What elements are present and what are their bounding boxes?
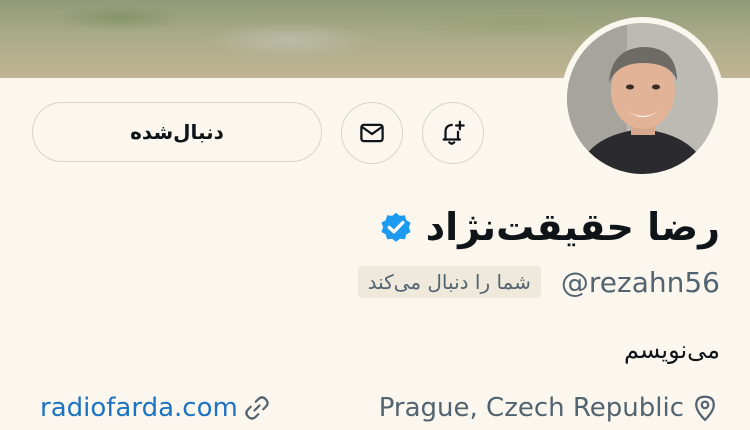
message-button[interactable] <box>341 102 403 164</box>
handle-row: شما را دنبال می‌کند @rezahn56 <box>357 262 720 302</box>
website-link[interactable]: radiofarda.com <box>40 393 272 423</box>
user-handle: @rezahn56 <box>560 265 720 299</box>
location-text: Prague, Czech Republic <box>378 393 684 423</box>
location: Prague, Czech Republic <box>379 393 720 423</box>
bell-plus-icon <box>442 120 465 145</box>
website-text: radiofarda.com <box>40 393 238 423</box>
bio-text: می‌نویسم <box>624 336 720 364</box>
follows-you-badge: شما را دنبال می‌کند <box>357 266 541 298</box>
avatar[interactable] <box>567 23 718 174</box>
verified-badge-icon[interactable] <box>378 209 414 245</box>
following-button[interactable]: دنبال‌شده <box>32 102 322 162</box>
link-icon <box>245 396 269 420</box>
avatar-photo <box>567 23 718 174</box>
profile-meta: radiofarda.com Prague, Czech Republic <box>40 388 720 428</box>
name-row: رضا حقیقت‌نژاد <box>378 198 720 256</box>
location-pin-icon <box>695 395 715 422</box>
display-name: رضا حقیقت‌نژاد <box>425 205 720 249</box>
notify-button[interactable] <box>422 102 484 164</box>
following-label: دنبال‌شده <box>130 120 224 144</box>
mail-icon <box>360 123 384 143</box>
